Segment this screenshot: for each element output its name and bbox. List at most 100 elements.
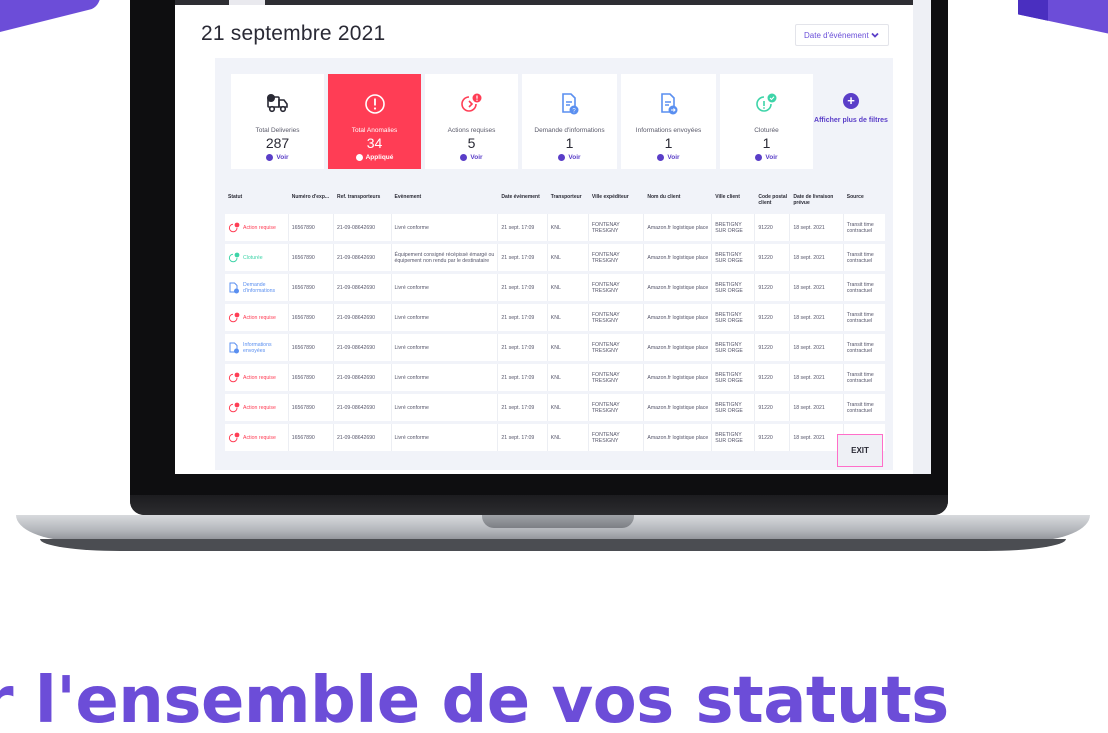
status-label: Action requise <box>243 314 276 321</box>
column-header[interactable]: Evènement <box>392 194 499 211</box>
document-info-icon <box>229 282 239 293</box>
source-cell: Transit time contractuel <box>843 394 885 421</box>
carrier-cell: KNL <box>547 274 589 301</box>
action-required-icon <box>460 93 481 112</box>
source-cell: Transit time contractuel <box>843 304 885 331</box>
card-view-link[interactable]: Voir <box>621 154 716 161</box>
client-name-cell: Amazon.fr logistique place <box>644 334 713 361</box>
carrier-cell: KNL <box>547 304 589 331</box>
table-row[interactable]: Action requise 16567890 21-09-08642690 Livr… <box>225 424 885 451</box>
client-name-cell: Amazon.fr logistique place <box>644 364 713 391</box>
card-view-link[interactable]: Voir <box>231 154 324 161</box>
table-row[interactable]: Cloturée 16567890 21-09-08642690 Équipement… <box>225 244 885 271</box>
client-city-cell: BRETIGNY SUR ORGE <box>712 334 756 361</box>
status-label: Action requise <box>243 434 276 441</box>
delivery-date-cell: 18 sept. 2021 <box>790 334 844 361</box>
client-city-cell: BRETIGNY SUR ORGE <box>712 364 756 391</box>
column-header[interactable]: Ville client <box>712 194 755 211</box>
card-total-anomalies[interactable]: Total Anomalies 34 Appliqué <box>328 74 421 169</box>
postal-code-cell: 91220 <box>755 394 791 421</box>
card-actions-required[interactable]: Actions requises 5 Voir <box>425 74 518 169</box>
column-header[interactable]: Date de livraison prévue <box>790 194 843 211</box>
scroll-rail[interactable] <box>913 0 931 474</box>
table-row[interactable]: Action requise 16567890 21-09-08642690 Livr… <box>225 394 885 421</box>
sender-city-cell: FONTENAY TRESIGNY <box>588 364 645 391</box>
event-date-cell: 21 sept. 17:09 <box>498 394 548 421</box>
client-city-cell: BRETIGNY SUR ORGE <box>712 274 756 301</box>
sender-city-cell: FONTENAY TRESIGNY <box>588 394 645 421</box>
alert-circle-icon <box>364 94 385 114</box>
client-city-cell: BRETIGNY SUR ORGE <box>712 424 756 451</box>
exit-button[interactable]: EXIT <box>837 434 883 467</box>
status-badge[interactable]: Action requise <box>228 372 285 384</box>
card-value: 1 <box>664 135 673 151</box>
carrier-cell: KNL <box>547 394 589 421</box>
column-header[interactable]: Date évènement <box>498 194 547 211</box>
card-closed[interactable]: Cloturée 1 Voir <box>720 74 813 169</box>
column-header[interactable]: Ref. transporteurs <box>334 194 392 211</box>
more-filters-button[interactable]: + Afficher plus de filtres <box>809 93 893 124</box>
status-badge[interactable]: Action requise <box>228 312 285 324</box>
date-filter-dropdown[interactable]: Date d'événement <box>795 24 889 46</box>
status-badge[interactable]: Informations envoyées <box>228 342 285 354</box>
event-cell: Livré conforme <box>391 214 499 241</box>
postal-code-cell: 91220 <box>755 424 791 451</box>
column-header[interactable]: Transporteur <box>548 194 589 211</box>
status-badge[interactable]: Demande d'informations <box>228 282 285 294</box>
status-label: Cloturée <box>243 254 263 261</box>
delivery-date-cell: 18 sept. 2021 <box>790 214 844 241</box>
table-header-row: Statut Numéro d'exp... Ref. transporteur… <box>225 194 885 211</box>
carrier-ref-cell: 21-09-08642690 <box>333 364 392 391</box>
sender-city-cell: FONTENAY TRESIGNY <box>588 214 645 241</box>
carrier-cell: KNL <box>547 364 589 391</box>
delivery-date-cell: 18 sept. 2021 <box>790 424 844 451</box>
card-view-link[interactable]: Voir <box>522 154 617 161</box>
card-information-sent[interactable]: Informations envoyées 1 Voir <box>621 74 716 169</box>
delivery-date-cell: 18 sept. 2021 <box>790 304 844 331</box>
event-date-cell: 21 sept. 17:09 <box>498 334 548 361</box>
card-value: 1 <box>762 135 771 151</box>
column-header[interactable]: Numéro d'exp... <box>289 194 334 211</box>
table-row[interactable]: Action requise 16567890 21-09-08642690 Livr… <box>225 214 885 241</box>
table-row[interactable]: Demande d'informations 16567890 21-09-0864… <box>225 274 885 301</box>
status-badge[interactable]: Action requise <box>228 402 285 414</box>
more-filters-label: Afficher plus de filtres <box>814 117 888 124</box>
column-header[interactable]: Nom du client <box>644 194 712 211</box>
eye-icon <box>657 154 665 161</box>
column-header[interactable]: Source <box>844 194 885 211</box>
table-row[interactable]: Action requise 16567890 21-09-08642690 Livr… <box>225 364 885 391</box>
card-view-link[interactable]: Voir <box>425 154 518 161</box>
decorative-shape-right <box>1018 0 1108 36</box>
client-city-cell: BRETIGNY SUR ORGE <box>712 214 756 241</box>
card-applied-link[interactable]: Appliqué <box>328 154 421 161</box>
status-cell: Demande d'informations <box>225 274 289 301</box>
app-screen: 21 septembre 2021 Date d'événement Total… <box>175 0 931 474</box>
status-badge[interactable]: Action requise <box>228 222 285 234</box>
shipment-number-cell: 16567890 <box>288 394 334 421</box>
plus-circle-icon: + <box>843 93 859 109</box>
card-information-request[interactable]: ? Demande d'informations 1 Voir <box>522 74 617 169</box>
table-row[interactable]: Action requise 16567890 21-09-08642690 Livr… <box>225 304 885 331</box>
status-cell: Action requise <box>225 424 289 451</box>
event-cell: Livré conforme <box>391 364 499 391</box>
column-header[interactable]: Statut <box>225 194 289 211</box>
postal-code-cell: 91220 <box>755 274 791 301</box>
card-total-deliveries[interactable]: Total Deliveries 287 Voir <box>231 74 324 169</box>
decorative-shape-left <box>0 0 100 37</box>
client-city-cell: BRETIGNY SUR ORGE <box>712 304 756 331</box>
carrier-ref-cell: 21-09-08642690 <box>333 334 392 361</box>
client-name-cell: Amazon.fr logistique place <box>644 394 713 421</box>
eye-icon <box>266 154 274 161</box>
status-badge[interactable]: Action requise <box>228 432 285 444</box>
source-cell: Transit time contractuel <box>843 334 885 361</box>
column-header[interactable]: Ville expéditeur <box>589 194 645 211</box>
status-badge[interactable]: Cloturée <box>228 252 285 264</box>
truck-icon <box>266 94 288 113</box>
postal-code-cell: 91220 <box>755 364 791 391</box>
eye-icon <box>755 154 763 161</box>
card-view-link[interactable]: Voir <box>720 154 813 161</box>
card-action-label: Voir <box>276 154 289 161</box>
column-header[interactable]: Code postal client <box>755 194 790 211</box>
document-question-icon: ? <box>561 93 578 115</box>
table-row[interactable]: Informations envoyées 16567890 21-09-08642… <box>225 334 885 361</box>
